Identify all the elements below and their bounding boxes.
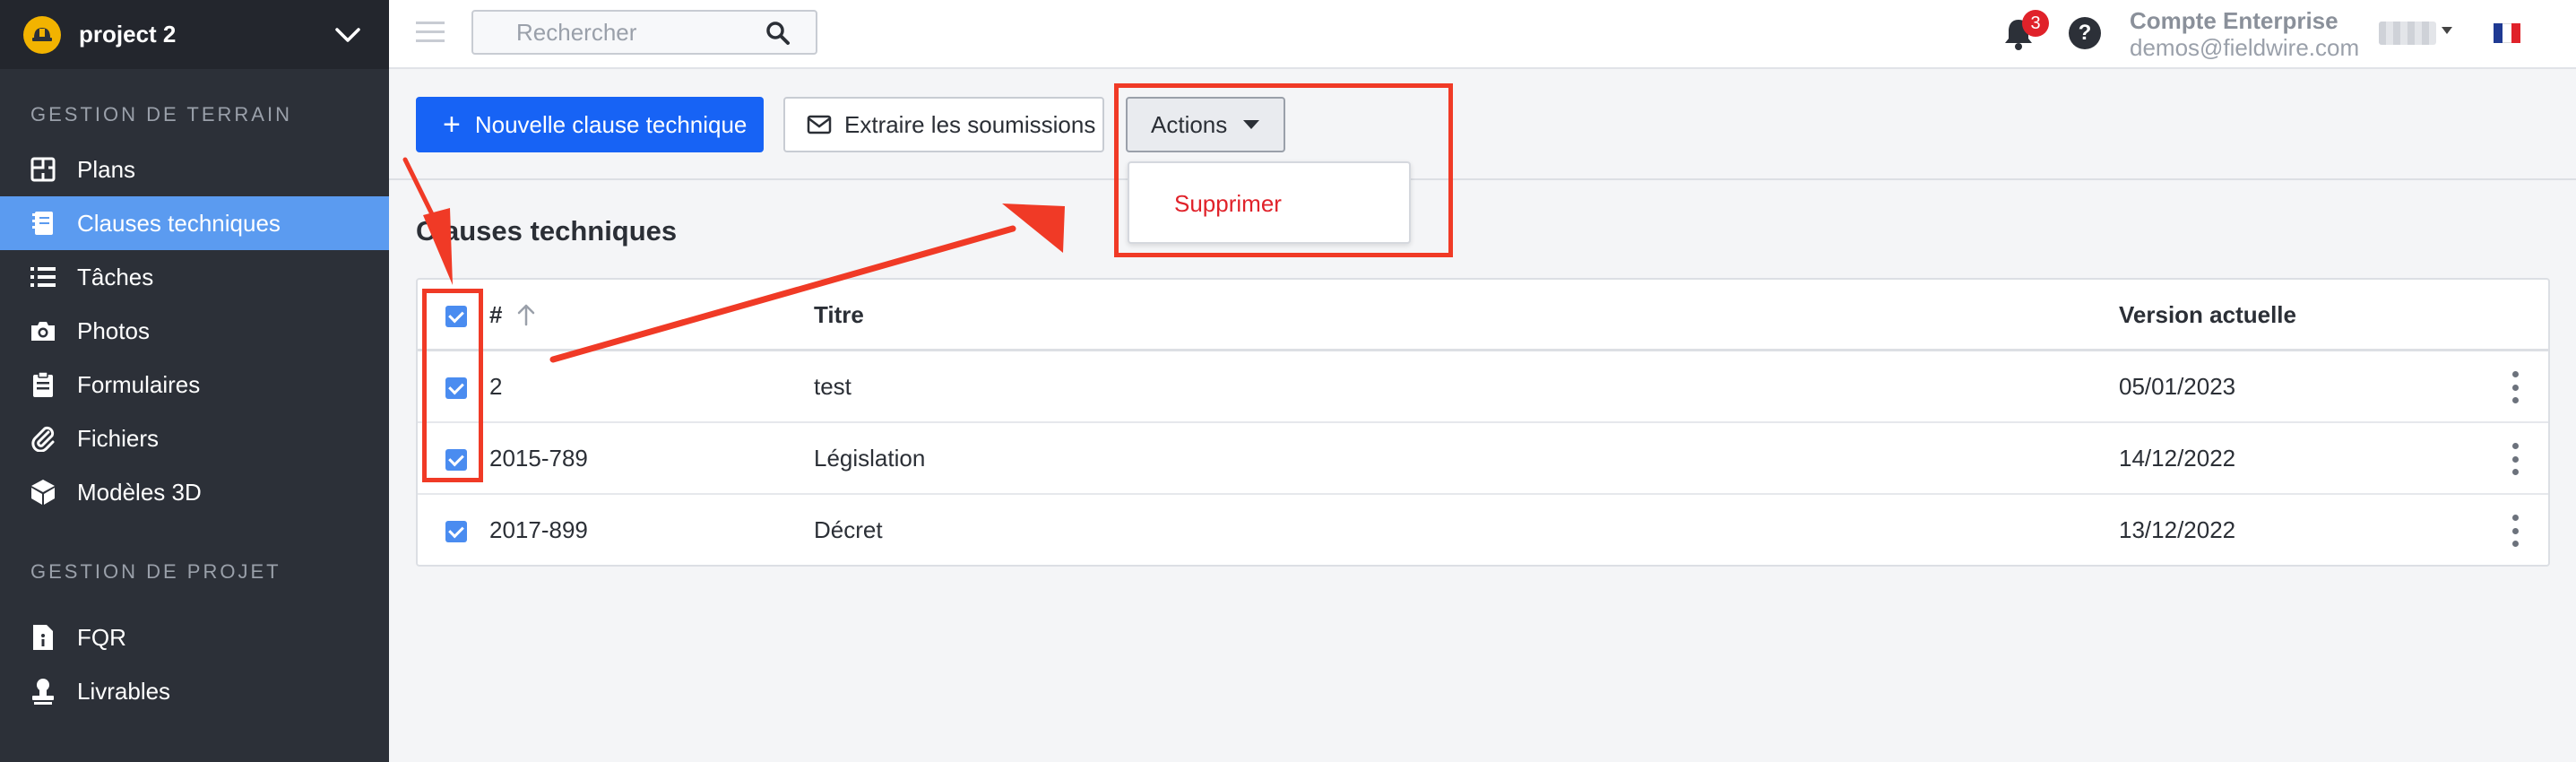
- search-box: [471, 10, 817, 55]
- sidebar-item-submittals[interactable]: Livrables: [0, 664, 389, 718]
- section-title-project-management: GESTION DE PROJET: [30, 560, 281, 583]
- project-logo-icon: [23, 15, 61, 54]
- specs-icon: [29, 209, 57, 238]
- account-email: demos@fieldwire.com: [2130, 34, 2360, 61]
- column-header-version[interactable]: Version actuelle: [2119, 301, 2296, 329]
- sidebar-item-tasks[interactable]: Tâches: [0, 250, 389, 304]
- sidebar-item-label: Photos: [77, 316, 150, 344]
- annotation-box-checkboxes: [422, 289, 483, 482]
- sidebar-item-label: FQR: [77, 623, 126, 651]
- sidebar-item-label: Fichiers: [77, 424, 160, 452]
- more-options-icon[interactable]: [2510, 515, 2520, 547]
- column-header-number[interactable]: #: [489, 301, 502, 329]
- sidebar: project 2 GESTION DE TERRAIN Plans Claus…: [0, 0, 389, 762]
- document-info-icon: [29, 623, 57, 652]
- account-menu[interactable]: Compte Enterprise demos@fieldwire.com: [2130, 7, 2359, 61]
- extract-submittals-label: Extraire les soumissions: [844, 110, 1096, 138]
- sidebar-item-label: Plans: [77, 155, 136, 183]
- plus-icon: +: [443, 108, 461, 142]
- top-header: 3 ? Compte Enterprise demos@fieldwire.co…: [389, 0, 2576, 69]
- table-header-row: # Titre Version actuelle: [418, 280, 2548, 351]
- stamp-icon: [29, 677, 57, 706]
- sidebar-item-label: Formulaires: [77, 370, 201, 398]
- help-icon[interactable]: ?: [2069, 17, 2101, 49]
- sidebar-item-plans[interactable]: Plans: [0, 143, 389, 196]
- cube-icon: [29, 478, 57, 507]
- paperclip-icon: [29, 424, 57, 453]
- cell-number: 2015-789: [489, 445, 588, 472]
- envelope-icon: [807, 115, 832, 134]
- cell-number: 2017-899: [489, 516, 588, 543]
- section-title-field-management: GESTION DE TERRAIN: [30, 103, 292, 126]
- cell-version: 05/01/2023: [2119, 373, 2236, 400]
- hamburger-menu-icon[interactable]: [416, 20, 445, 45]
- cell-title: test: [814, 373, 851, 400]
- sort-ascending-icon[interactable]: [516, 303, 536, 326]
- search-icon[interactable]: [765, 21, 791, 46]
- caret-down-icon[interactable]: [2442, 27, 2452, 34]
- annotation-box-actions: [1114, 83, 1453, 257]
- tasks-list-icon: [29, 263, 57, 291]
- new-clause-button[interactable]: + Nouvelle clause technique: [416, 97, 764, 152]
- table-row[interactable]: 2017-899 Décret 13/12/2022: [418, 495, 2548, 567]
- sidebar-item-label: Clauses techniques: [77, 209, 281, 237]
- cell-version: 14/12/2022: [2119, 445, 2236, 472]
- avatar[interactable]: [2379, 22, 2436, 45]
- sidebar-item-rfi[interactable]: FQR: [0, 610, 389, 664]
- row-checkbox[interactable]: [445, 521, 467, 542]
- table-row[interactable]: 2015-789 Législation 14/12/2022: [418, 423, 2548, 495]
- more-options-icon[interactable]: [2510, 371, 2520, 403]
- camera-icon: [29, 316, 57, 345]
- plans-icon: [29, 155, 57, 184]
- chevron-down-icon[interactable]: [332, 19, 364, 51]
- sidebar-item-label: Modèles 3D: [77, 478, 202, 506]
- clipboard-icon: [29, 370, 57, 399]
- sidebar-item-3d-models[interactable]: Modèles 3D: [0, 465, 389, 519]
- search-input[interactable]: [516, 12, 803, 53]
- cell-version: 13/12/2022: [2119, 516, 2236, 543]
- sidebar-item-specifications[interactable]: Clauses techniques: [0, 196, 389, 250]
- sidebar-item-files[interactable]: Fichiers: [0, 411, 389, 465]
- project-selector[interactable]: project 2: [0, 0, 389, 69]
- page-title: Clauses techniques: [416, 215, 678, 247]
- sidebar-item-photos[interactable]: Photos: [0, 304, 389, 358]
- extract-submittals-button[interactable]: Extraire les soumissions: [783, 97, 1104, 152]
- project-name: project 2: [79, 21, 177, 48]
- toolbar: + Nouvelle clause technique Extraire les…: [389, 71, 2576, 180]
- cell-title: Décret: [814, 516, 883, 543]
- notification-badge: 3: [2022, 10, 2049, 37]
- cell-title: Législation: [814, 445, 926, 472]
- column-header-title[interactable]: Titre: [814, 301, 864, 329]
- sidebar-item-label: Livrables: [77, 677, 171, 705]
- specifications-table: # Titre Version actuelle 2 test 05/01/20…: [416, 278, 2550, 567]
- table-row[interactable]: 2 test 05/01/2023: [418, 351, 2548, 423]
- french-flag-icon[interactable]: [2494, 23, 2520, 43]
- sidebar-item-forms[interactable]: Formulaires: [0, 358, 389, 411]
- more-options-icon[interactable]: [2510, 443, 2520, 475]
- sidebar-item-label: Tâches: [77, 263, 154, 290]
- account-name: Compte Enterprise: [2130, 7, 2338, 34]
- cell-number: 2: [489, 373, 503, 400]
- new-clause-label: Nouvelle clause technique: [474, 110, 748, 138]
